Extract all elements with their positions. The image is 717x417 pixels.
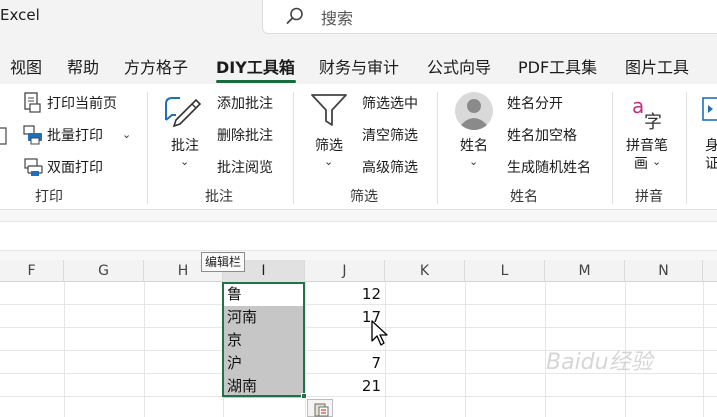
title-bar: Excel 搜索 xyxy=(0,0,717,46)
column-header-k[interactable]: K xyxy=(385,260,465,282)
column-header-f[interactable]: F xyxy=(0,260,64,282)
filter-selected-button[interactable]: 筛选选中 xyxy=(362,93,418,113)
paste-options-button[interactable] xyxy=(307,399,333,417)
watermark: Baidu经验 xyxy=(546,350,653,375)
advanced-filter-button[interactable]: 高级筛选 xyxy=(362,157,418,177)
column-header-n[interactable]: N xyxy=(625,260,703,282)
search-input[interactable]: 搜索 xyxy=(321,5,353,29)
tab-diy-toolbox[interactable]: DIY工具箱 xyxy=(216,54,295,78)
split-name-button[interactable]: 姓名分开 xyxy=(507,93,563,113)
pinyin-icon: a 字 xyxy=(632,94,662,133)
tooltip: 编辑栏 xyxy=(201,252,246,272)
comment-pen-icon xyxy=(165,97,202,128)
search-box[interactable]: 搜索 xyxy=(262,0,717,34)
pinyin-stroke-button[interactable]: 拼音笔 xyxy=(626,135,668,155)
partial-icon xyxy=(0,127,7,145)
delete-comment-button[interactable]: 删除批注 xyxy=(217,125,273,145)
tab-pdf-tools[interactable]: PDF工具集 xyxy=(518,54,597,78)
column-header-g[interactable]: G xyxy=(64,260,144,282)
id-card-icon xyxy=(702,97,717,121)
batch-print-button[interactable]: 批量打印 xyxy=(47,125,103,145)
group-label-pinyin: 拼音 xyxy=(635,189,663,205)
group-label-name: 姓名 xyxy=(510,189,538,205)
paste-options-icon xyxy=(314,403,329,417)
group-separator xyxy=(147,92,148,204)
cell-j5[interactable]: 21 xyxy=(305,375,385,398)
filter-funnel-icon xyxy=(311,94,347,126)
print-current-page-icon xyxy=(24,92,41,113)
cell-j4[interactable]: 7 xyxy=(305,352,385,375)
mouse-cursor-icon xyxy=(371,320,388,346)
chevron-down-icon[interactable]: ⌄ xyxy=(652,155,661,168)
name-add-space-button[interactable]: 姓名加空格 xyxy=(507,125,577,145)
read-comment-button[interactable]: 批注阅览 xyxy=(217,157,273,177)
batch-print-icon xyxy=(23,125,42,145)
chevron-down-icon[interactable]: ⌄ xyxy=(324,155,333,168)
duplex-print-button[interactable]: 双面打印 xyxy=(47,157,103,177)
group-separator xyxy=(437,92,438,204)
search-icon xyxy=(286,7,303,24)
chevron-down-icon[interactable]: ⌄ xyxy=(180,155,189,168)
group-separator xyxy=(293,92,294,204)
group-separator xyxy=(686,92,687,204)
active-tab-indicator xyxy=(216,80,296,83)
duplex-print-icon xyxy=(24,158,43,176)
name-button[interactable]: 姓名 xyxy=(460,135,488,155)
column-header-j[interactable]: J xyxy=(305,260,385,282)
ribbon: 打印当前页 批量打印 ⌄ 双面打印 打印 批注 ⌄ 添加批注 删除批注 批注阅览… xyxy=(0,84,717,210)
column-headers: F G H I J K L M N xyxy=(0,260,717,282)
group-label-print: 打印 xyxy=(35,189,63,205)
id-button-label: 证 xyxy=(705,156,717,172)
formula-bar[interactable] xyxy=(0,221,717,251)
chevron-down-icon[interactable]: ⌄ xyxy=(122,128,131,141)
print-current-page-button[interactable]: 打印当前页 xyxy=(47,93,117,113)
selection-border xyxy=(222,282,305,397)
person-avatar-icon xyxy=(455,92,493,130)
chevron-down-icon[interactable]: ⌄ xyxy=(469,155,478,168)
column-header-l[interactable]: L xyxy=(465,260,545,282)
group-label-filter: 筛选 xyxy=(350,189,378,205)
tab-formula-wizard[interactable]: 公式向导 xyxy=(427,54,491,78)
tab-fangfang[interactable]: 方方格子 xyxy=(124,54,188,78)
group-label-comment: 批注 xyxy=(205,189,233,205)
random-name-button[interactable]: 生成随机姓名 xyxy=(507,157,591,177)
tab-help[interactable]: 帮助 xyxy=(67,54,99,78)
ribbon-tabs: 视图 帮助 方方格子 DIY工具箱 财务与审计 公式向导 PDF工具集 图片工具 xyxy=(0,46,717,84)
cell-j1[interactable]: 12 xyxy=(305,283,385,306)
tab-view[interactable]: 视图 xyxy=(10,54,42,78)
app-title: Excel xyxy=(0,6,40,24)
group-separator xyxy=(612,92,613,204)
pinyin-stroke-label: 画 xyxy=(634,156,648,172)
tab-picture-tools[interactable]: 图片工具 xyxy=(625,54,689,78)
add-comment-button[interactable]: 添加批注 xyxy=(217,93,273,113)
tab-finance-audit[interactable]: 财务与审计 xyxy=(319,54,399,78)
clear-filter-button[interactable]: 清空筛选 xyxy=(362,125,418,145)
filter-button[interactable]: 筛选 xyxy=(315,135,343,155)
column-header-m[interactable]: M xyxy=(545,260,625,282)
id-button[interactable]: 身 xyxy=(705,135,717,155)
comment-button[interactable]: 批注 xyxy=(171,135,199,155)
